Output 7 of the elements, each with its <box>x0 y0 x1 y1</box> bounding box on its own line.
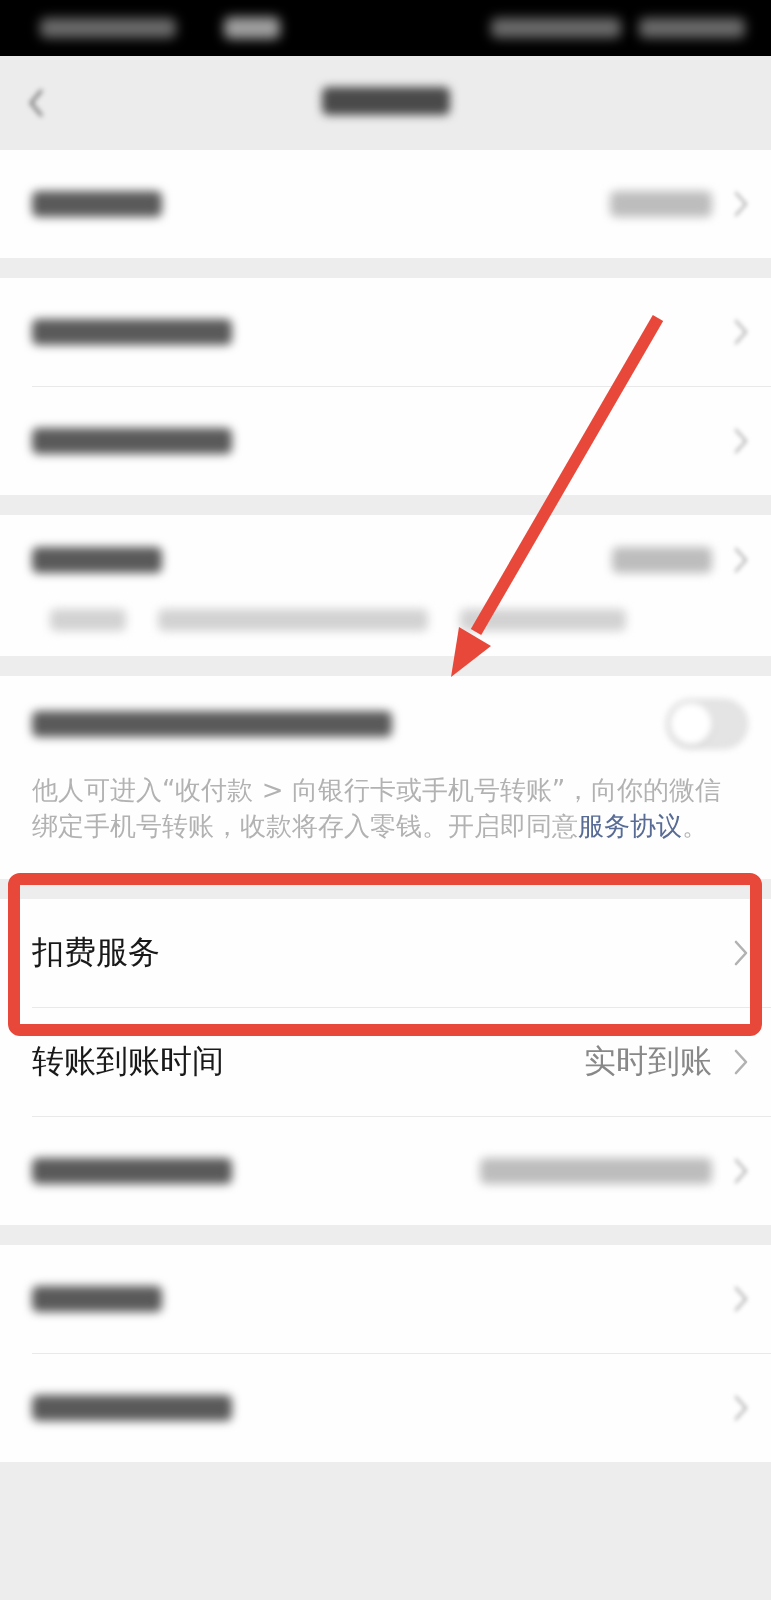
settings-row[interactable]: 转账到账时间 实时到账 <box>0 1008 771 1116</box>
row-value: 实时到账 <box>584 1041 712 1082</box>
settings-row[interactable]: 扣费服务 <box>0 899 771 1007</box>
toggle-description: 他人可进入“收付款 > 向银行卡或手机号转账”，向你的微信绑定手机号转账，收款将存入零钱。开启即同意服务协议。 <box>31 774 723 843</box>
blurred-text <box>224 17 280 39</box>
service-agreement-link[interactable]: 服务协议 <box>578 811 682 841</box>
toggle-switch[interactable] <box>666 699 748 749</box>
